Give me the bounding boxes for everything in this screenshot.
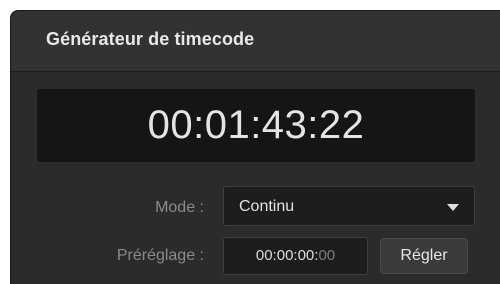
timecode-value: 00:01:43:22 <box>147 103 365 147</box>
mode-label: Mode : <box>155 199 204 216</box>
chevron-down-icon <box>447 204 459 211</box>
timecode-display: 00:01:43:22 <box>37 89 475 162</box>
preset-value-main: 00:00:00: <box>255 247 319 264</box>
set-preset-button[interactable]: Régler <box>380 238 468 274</box>
mode-select-value: Continu <box>239 198 295 215</box>
preset-label: Préréglage : <box>116 247 204 264</box>
preset-timecode-input[interactable]: 00:00:00:00 <box>223 237 368 275</box>
preset-value-frames: 00 <box>318 247 336 264</box>
panel-header: Générateur de timecode <box>11 11 500 72</box>
panel-title: Générateur de timecode <box>46 29 255 49</box>
mode-select[interactable]: Continu <box>223 186 475 226</box>
